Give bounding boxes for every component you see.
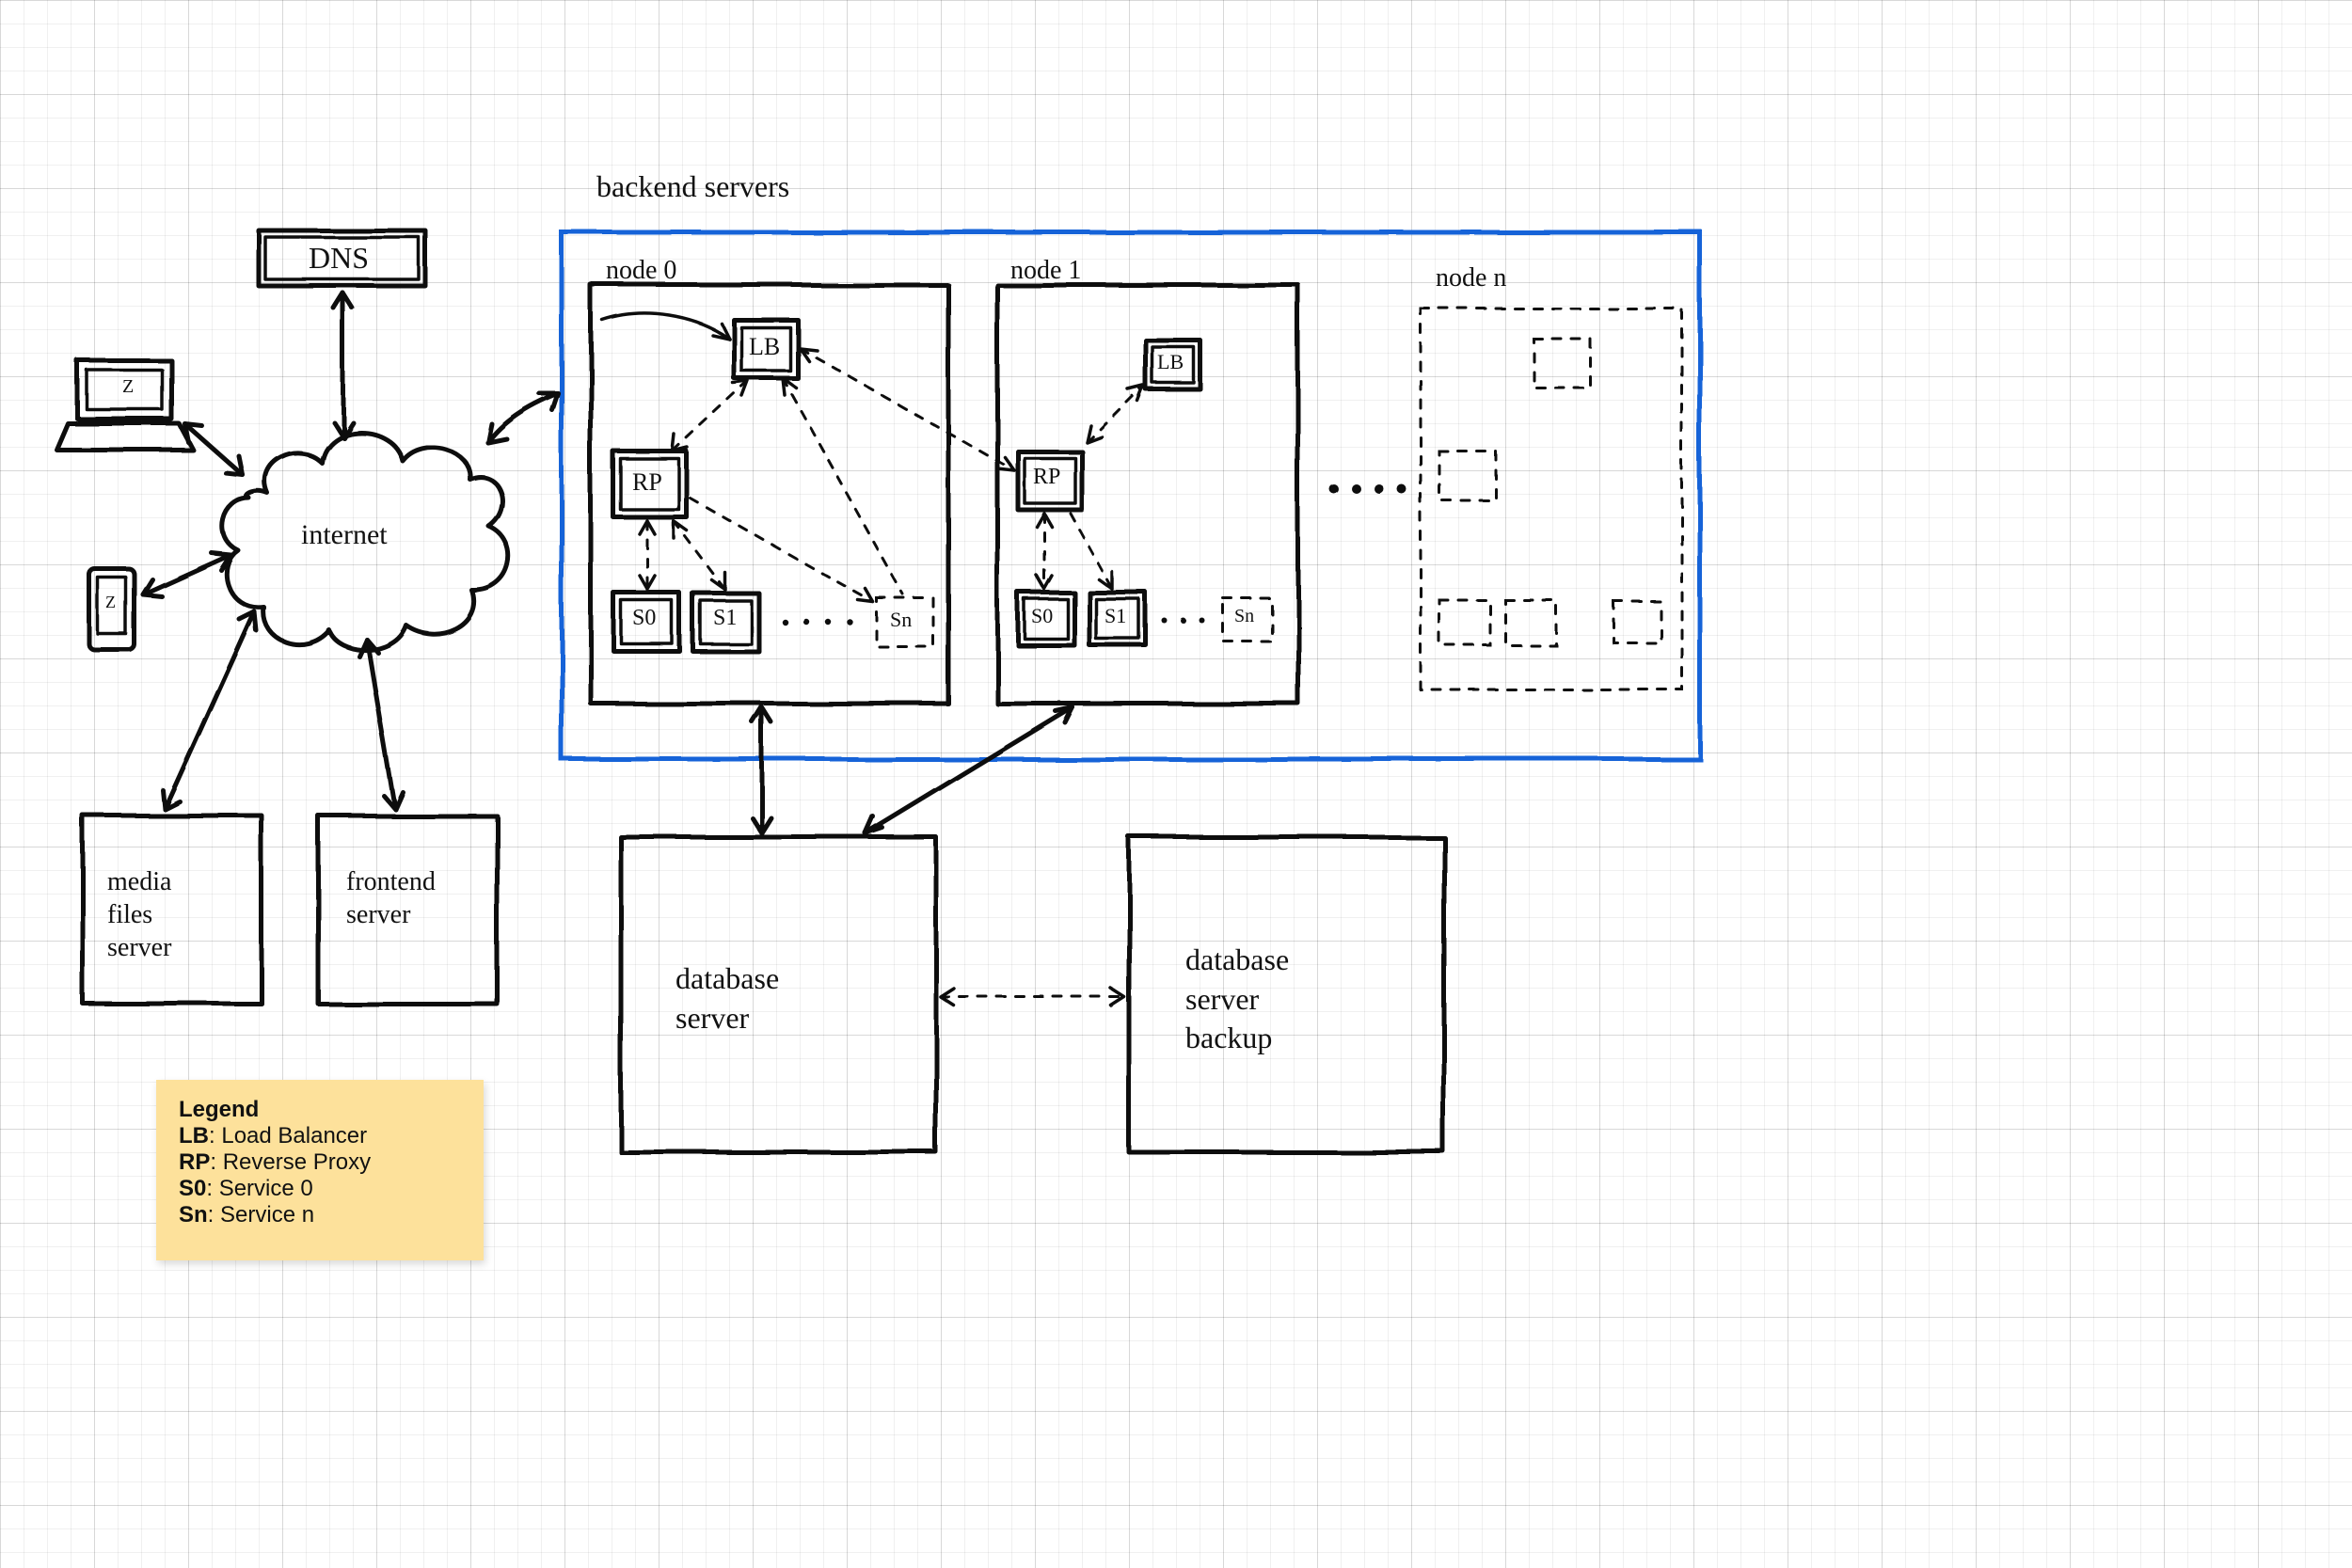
node1-s0-text: S0 (1031, 604, 1053, 628)
node1-sn-text: Sn (1234, 606, 1254, 627)
node1-lb-text: LB (1157, 350, 1184, 374)
node1-s1-text: S1 (1104, 604, 1126, 628)
legend-line-3: Sn: Service n (179, 1202, 461, 1228)
node0-sn-text: Sn (890, 608, 912, 632)
noden-label: node n (1436, 263, 1506, 293)
db-label: database server (675, 959, 779, 1037)
phone-glyph: Z (105, 593, 116, 612)
dbbackup-label: database server backup (1185, 941, 1289, 1058)
node0-s0-text: S0 (632, 606, 656, 631)
node1-label: node 1 (1010, 256, 1081, 286)
legend-note: Legend LB: Load Balancer RP: Reverse Pro… (156, 1080, 484, 1260)
legend-line-1: RP: Reverse Proxy (179, 1149, 461, 1176)
node1-rp-text: RP (1033, 465, 1060, 490)
legend-line-0: LB: Load Balancer (179, 1123, 461, 1149)
node0-rp-text: RP (632, 468, 662, 497)
legend-line-2: S0: Service 0 (179, 1176, 461, 1202)
node0-s1-text: S1 (713, 606, 737, 631)
backend-title: backend servers (596, 169, 789, 204)
internet-label: internet (301, 519, 388, 551)
laptop-glyph: Z (122, 376, 134, 398)
dns-label: DNS (309, 241, 369, 276)
grid-background (0, 0, 2352, 1568)
media-label: media files server (107, 865, 171, 964)
node0-lb-text: LB (749, 333, 780, 361)
frontend-label: frontend server (346, 865, 436, 931)
node0-label: node 0 (606, 256, 676, 286)
legend-heading: Legend (179, 1097, 259, 1122)
